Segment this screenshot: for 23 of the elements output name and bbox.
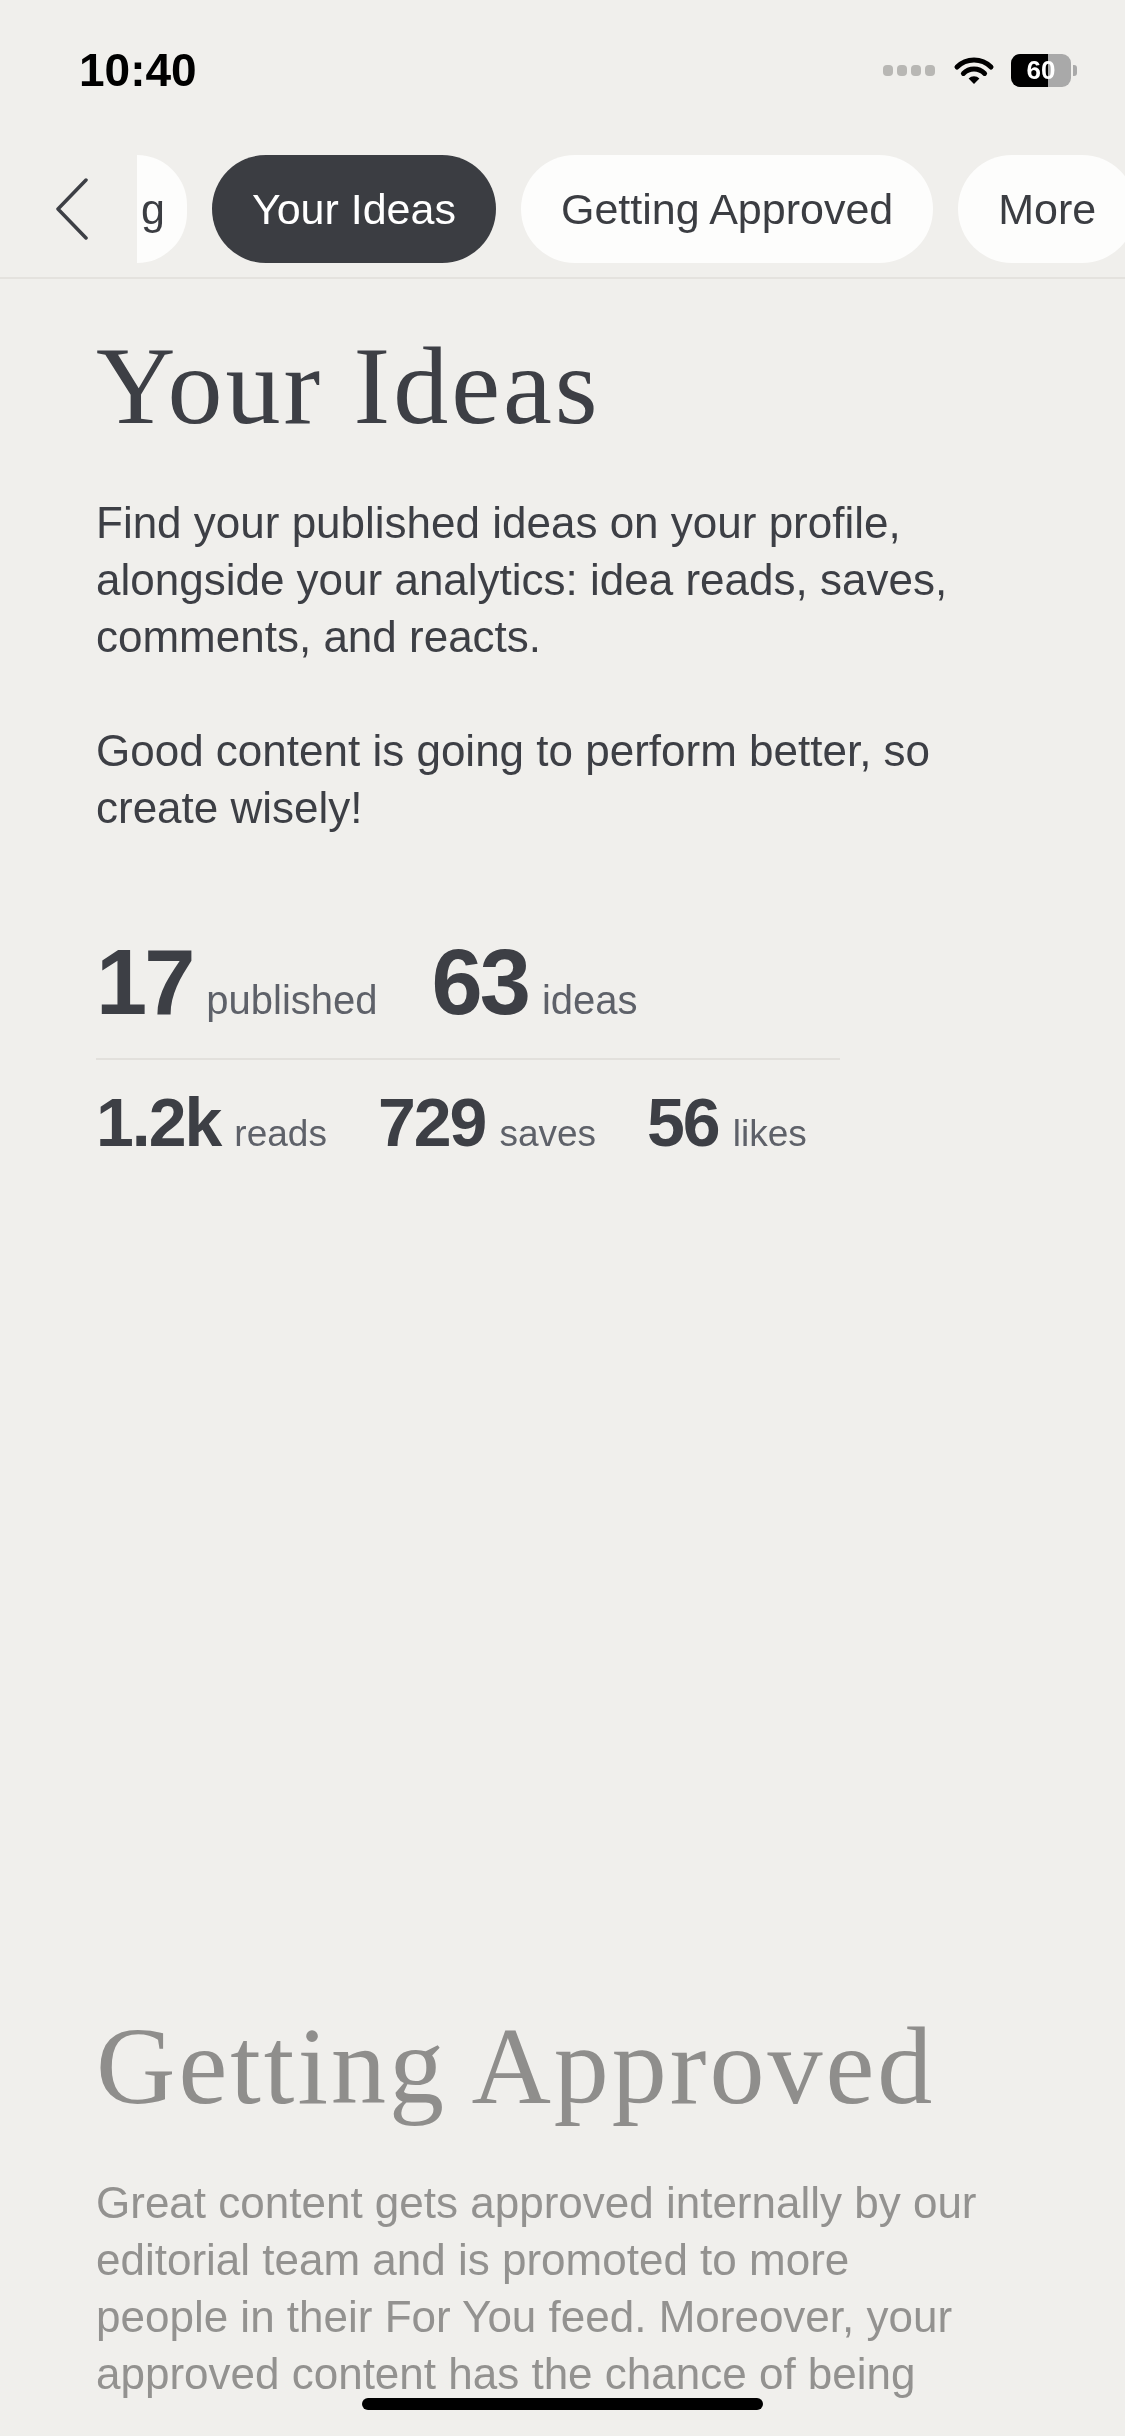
stat-unit: likes: [732, 1115, 807, 1152]
stat-unit: published: [206, 980, 378, 1020]
signal-icon: [883, 64, 935, 76]
status-time: 10:40: [79, 47, 197, 93]
stat-unit: ideas: [541, 980, 638, 1020]
tab[interactable]: g: [137, 155, 187, 263]
tab[interactable]: More: [958, 155, 1125, 263]
section-heading: Your Ideas: [96, 324, 602, 449]
stat-value: 729: [377, 1088, 486, 1156]
stat-value: 56: [647, 1088, 719, 1156]
section-heading: Getting Approved: [96, 2004, 937, 2129]
stat-value: 1.2k: [96, 1088, 221, 1156]
chevron-left-icon: [55, 178, 89, 240]
stat-value: 17: [96, 936, 193, 1028]
body-paragraph: Great content gets approved internally by our editorial team and is promoted to more people in their For You feed. Moreover, your approved content has the chance of being: [96, 2177, 978, 2400]
stat-unit: saves: [499, 1115, 597, 1152]
stat-value: 63: [431, 936, 528, 1028]
body-paragraph: Find your published ideas on your profile, alongside your analytics: idea reads, saves, comments, and reacts.: [96, 497, 949, 663]
wifi-icon: [953, 54, 995, 86]
body-paragraph: Good content is going to perform better, so create wisely!: [96, 725, 932, 834]
tab[interactable]: Your Ideas: [211, 155, 496, 263]
stat-unit: reads: [234, 1115, 327, 1152]
tab[interactable]: Getting Approved: [520, 155, 934, 263]
